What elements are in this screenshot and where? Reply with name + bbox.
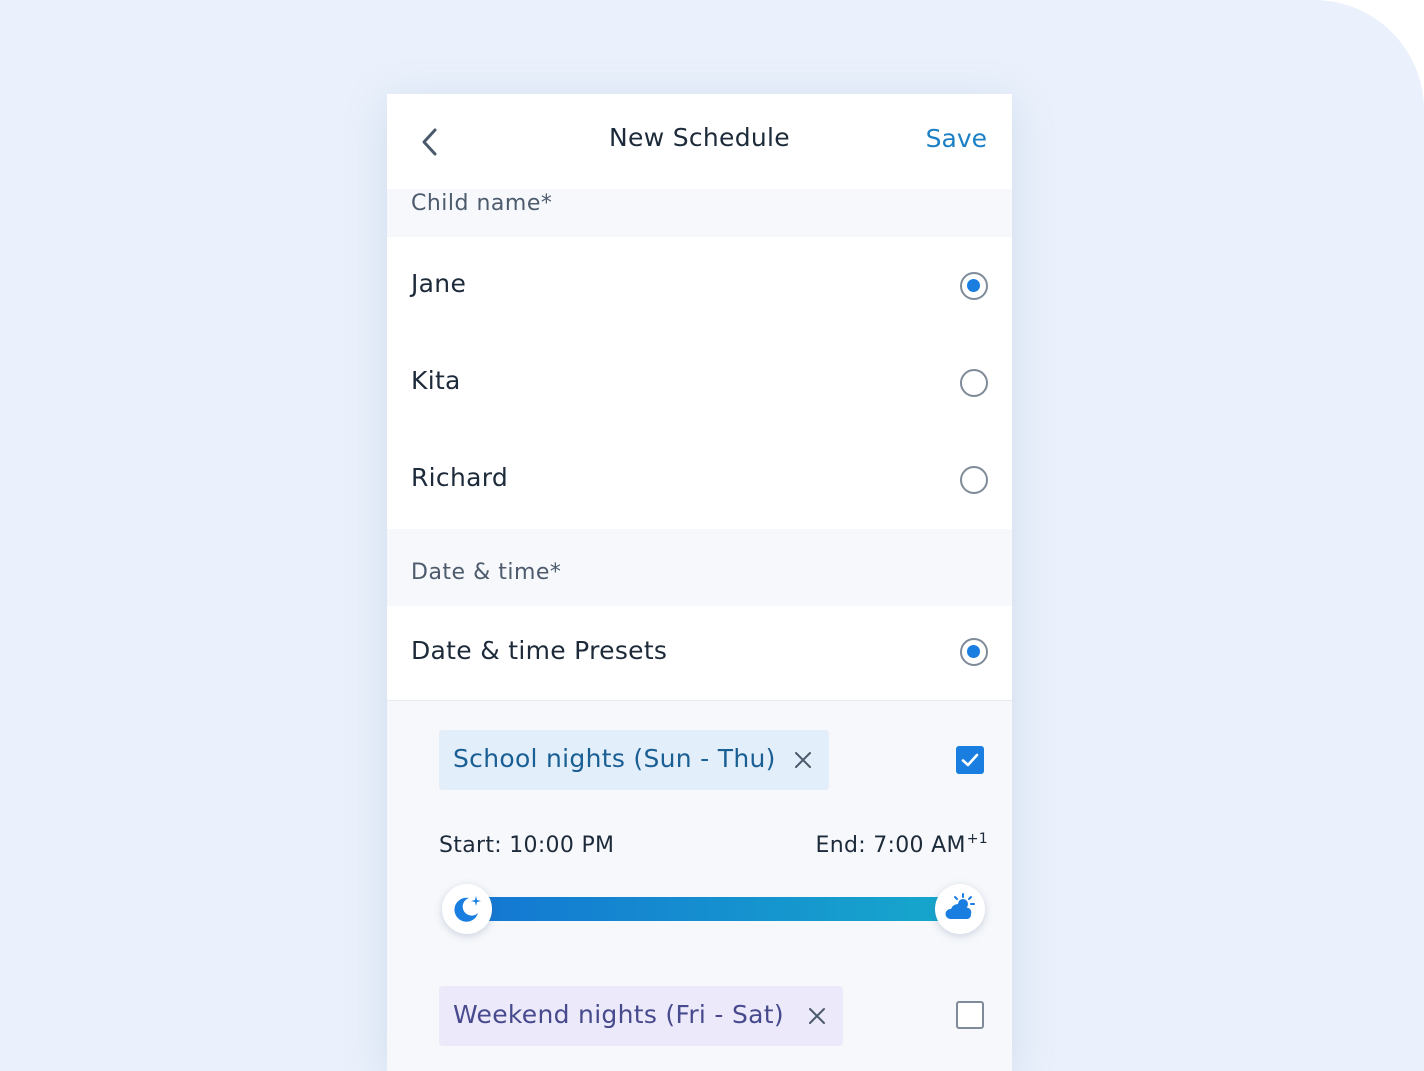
- end-time-knob[interactable]: [935, 884, 985, 934]
- moon-icon: [454, 896, 481, 922]
- datetime-section-header: Date & time*: [387, 529, 1012, 606]
- child-option-kita[interactable]: Kita: [387, 334, 1012, 431]
- end-time-next-day: +1: [966, 831, 988, 847]
- child-option-label: Richard: [411, 463, 509, 492]
- preset-checkbox-weekend-nights[interactable]: [956, 1001, 984, 1029]
- save-button[interactable]: Save: [926, 124, 987, 153]
- page-title: New Schedule: [609, 123, 790, 152]
- radio-datetime-presets[interactable]: [960, 638, 988, 666]
- time-range-slider-track[interactable]: [485, 897, 940, 921]
- datetime-label: Date & time*: [411, 560, 562, 585]
- preset-checkbox-school-nights[interactable]: [956, 746, 984, 774]
- preset-chip-label: Weekend nights (Fri - Sat): [453, 1000, 784, 1029]
- close-icon[interactable]: [807, 1006, 827, 1026]
- child-option-label: Jane: [411, 269, 467, 298]
- start-time-knob[interactable]: [442, 884, 492, 934]
- sun-cloud-icon: [945, 893, 975, 919]
- child-option-jane[interactable]: Jane: [387, 237, 1012, 334]
- checkmark-icon: [961, 753, 979, 767]
- preset-chip-school-nights[interactable]: School nights (Sun - Thu): [439, 730, 829, 790]
- radio-kita[interactable]: [960, 369, 988, 397]
- start-time-label: Start: 10:00 PM: [439, 833, 615, 858]
- child-option-label: Kita: [411, 366, 461, 395]
- datetime-presets-label: Date & time Presets: [411, 636, 668, 665]
- child-name-section-header: Child name*: [387, 189, 1012, 237]
- child-option-richard[interactable]: Richard: [387, 431, 1012, 529]
- preset-chip-weekend-nights[interactable]: Weekend nights (Fri - Sat): [439, 986, 843, 1046]
- close-icon[interactable]: [793, 750, 813, 770]
- end-time-label: End: 7:00 AM+1: [815, 831, 989, 858]
- header-bar: New Schedule Save: [387, 94, 1012, 189]
- radio-richard[interactable]: [960, 466, 988, 494]
- radio-jane[interactable]: [960, 272, 988, 300]
- datetime-presets-option[interactable]: Date & time Presets: [387, 606, 1012, 701]
- child-name-label: Child name*: [411, 191, 553, 216]
- end-time-value: End: 7:00 AM: [815, 833, 966, 858]
- preset-chip-label: School nights (Sun - Thu): [453, 744, 776, 773]
- phone-screen: New Schedule Save Child name* Jane Kita …: [387, 94, 1012, 1071]
